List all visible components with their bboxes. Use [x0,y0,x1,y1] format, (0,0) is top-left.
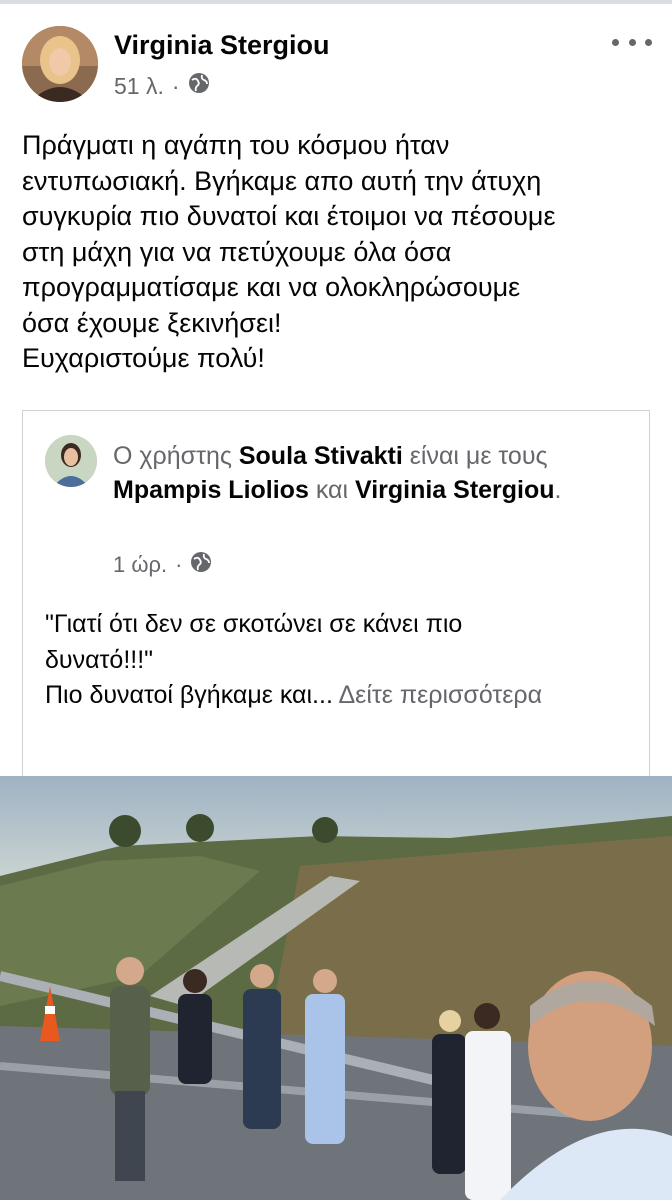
post-text: Πράγματι η αγάπη του κόσμου ήταν εντυπωσ… [22,128,652,377]
post-photo[interactable] [0,776,672,1200]
shared-header: Ο χρήστης Soula Stivakti είναι με τους M… [113,439,623,507]
author-avatar[interactable] [22,26,98,102]
post-text-line: όσα έχουμε ξεκινήσει! [22,307,282,338]
globe-icon [188,72,210,100]
post-text-line: συγκυρία πιο δυνατοί και έτοιμοι να πέσο… [22,201,556,231]
post-header: Virginia Stergiou 51 λ. · [22,26,652,106]
top-divider [0,0,672,4]
more-options-icon[interactable] [612,30,652,54]
meta-separator: · [175,552,183,577]
shared-author-avatar[interactable] [45,435,97,487]
post-text-line: εντυπωσιακή. Βγήκαμε απο αυτή την άτυχη [22,165,542,196]
shared-meta: 1 ώρ. · [113,551,212,579]
shared-with-text: είναι με τους [409,442,548,470]
post-text-line: στη μάχη για να πετύχουμε όλα όσα [22,236,452,267]
post-time[interactable]: 51 λ. [114,73,164,100]
author-name[interactable]: Virginia Stergiou [114,30,330,61]
shared-post[interactable]: Ο χρήστης Soula Stivakti είναι με τους M… [22,410,650,776]
post-text-line: προγραμματίσαμε και να ολοκληρώσουμε [22,272,521,302]
shared-period: . [554,476,562,504]
shared-body: "Γιατί ότι δεν σε σκοτώνει σε κάνει πιο … [45,607,635,714]
meta-separator: · [171,72,180,99]
shared-body-line: δυνατό!!!" [45,645,154,674]
shared-body-line: "Γιατί ότι δεν σε σκοτώνει σε κάνει πιο [45,610,463,638]
see-more-link[interactable]: Δείτε περισσότερα [338,681,542,709]
tagged-person-2[interactable]: Virginia Stergiou [355,476,555,504]
tagged-person-1[interactable]: Mpampis Liolios [113,476,309,504]
post-text-line: Πράγματι η αγάπη του κόσμου ήταν [22,130,450,160]
shared-prefix: Ο χρήστης [113,442,232,470]
shared-body-line: Πιο δυνατοί βγήκαμε και... Δείτε περισσό… [45,681,543,709]
post-text-line: Ευχαριστούμε πολύ! [22,343,265,373]
shared-time[interactable]: 1 ώρ. [113,552,167,578]
post-meta: 51 λ. · [114,72,210,100]
shared-and-text: και [315,476,349,504]
shared-author[interactable]: Soula Stivakti [239,442,403,470]
globe-icon [190,551,212,579]
